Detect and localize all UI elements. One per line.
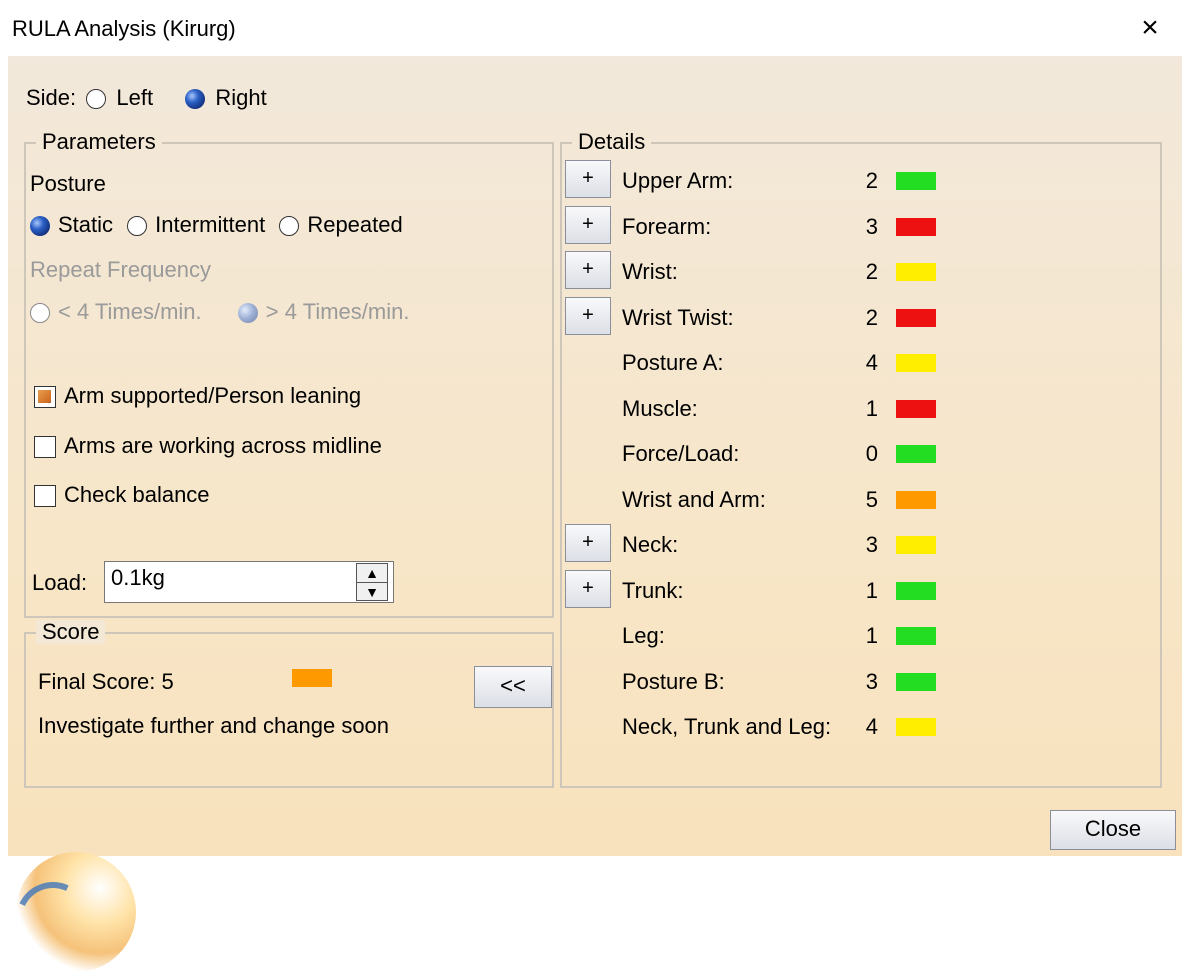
details-title: Details [572, 130, 652, 154]
detail-value: 1 [865, 395, 878, 421]
posture-intermittent-label[interactable]: Intermittent [155, 212, 265, 237]
arm-supported-label[interactable]: Arm supported/Person leaning [64, 383, 361, 408]
detail-label: Upper Arm: [622, 168, 734, 193]
balance-checkbox[interactable] [34, 485, 56, 508]
detail-color-swatch [896, 217, 936, 236]
side-right-radio[interactable] [185, 89, 206, 110]
detail-value: 2 [865, 259, 878, 284]
expand-row-button[interactable]: + [565, 524, 611, 562]
detail-label: Wrist and Arm: [622, 486, 766, 512]
detail-label: Force/Load: [622, 441, 740, 466]
posture-repeated-label[interactable]: Repeated [307, 212, 402, 237]
detail-value: 1 [865, 577, 878, 603]
score-title: Score [36, 620, 106, 644]
detail-label: Neck: [622, 532, 679, 557]
side-label: Side: [26, 85, 77, 110]
detail-value: 5 [865, 486, 878, 512]
expand-row-button[interactable]: + [565, 296, 611, 335]
posture-options: Static Intermittent Repeated [30, 211, 403, 239]
detail-label: Neck, Trunk and Leg: [622, 714, 832, 739]
expand-row-button[interactable]: + [565, 160, 611, 198]
detail-label: Posture A: [622, 350, 724, 375]
posture-intermittent-radio[interactable] [127, 216, 148, 237]
collapse-details-button[interactable]: << [474, 666, 552, 708]
midline-row: Arms are working across midline [34, 432, 382, 460]
detail-label: Wrist: [622, 259, 678, 284]
detail-color-swatch [896, 581, 936, 600]
detail-color-swatch [896, 490, 936, 509]
title-bar: RULA Analysis (Kirurg) × [0, 0, 1182, 56]
detail-value: 0 [865, 441, 878, 466]
window-title: RULA Analysis (Kirurg) [12, 16, 236, 41]
detail-value: 2 [865, 168, 878, 193]
detail-label: Leg: [622, 623, 665, 648]
detail-label: Wrist Twist: [622, 304, 734, 330]
detail-value: 3 [865, 532, 878, 557]
expand-row-button[interactable]: + [565, 205, 611, 244]
detail-label: Forearm: [622, 213, 712, 239]
side-left-label[interactable]: Left [116, 85, 153, 110]
detail-color-swatch [896, 308, 936, 327]
detail-label: Muscle: [622, 395, 698, 421]
close-button[interactable]: Close [1050, 810, 1176, 850]
score-group: Score [24, 620, 554, 788]
detail-value: 4 [865, 350, 878, 375]
detail-value: 3 [865, 668, 878, 694]
final-score-label: Final Score: 5 [38, 669, 174, 694]
detail-color-swatch [896, 718, 936, 736]
balance-row: Check balance [34, 481, 210, 509]
detail-label: Posture B: [622, 668, 725, 694]
detail-value: 4 [865, 714, 878, 739]
freq-over-4-radio[interactable] [237, 303, 258, 324]
detail-color-swatch [896, 672, 936, 691]
spinner-up-icon[interactable]: ▲ [357, 564, 387, 582]
detail-label: Trunk: [622, 577, 684, 603]
detail-color-swatch [896, 445, 936, 463]
score-message: Investigate further and change soon [38, 713, 390, 738]
load-label: Load: [32, 570, 88, 595]
dialog-body: Side: Left Right Parameters Posture Stat… [5, 56, 1182, 972]
posture-static-radio[interactable] [30, 216, 50, 237]
posture-static-label[interactable]: Static [58, 212, 113, 237]
final-score-swatch [292, 669, 332, 687]
side-left-radio[interactable] [86, 89, 107, 110]
load-spinner[interactable]: ▲ ▼ [356, 563, 388, 601]
detail-color-swatch [896, 263, 936, 281]
repeat-frequency-label: Repeat Frequency [30, 257, 211, 282]
detail-color-swatch [896, 399, 936, 418]
detail-color-swatch [896, 536, 936, 554]
detail-color-swatch [896, 627, 936, 645]
repeat-frequency-options: < 4 Times/min. > 4 Times/min. [30, 298, 409, 326]
arm-supported-row: Arm supported/Person leaning [34, 382, 361, 410]
detail-value: 3 [865, 213, 878, 239]
detail-color-swatch [896, 354, 936, 372]
posture-repeated-radio[interactable] [279, 216, 300, 237]
expand-row-button[interactable]: + [565, 251, 611, 289]
midline-checkbox[interactable] [34, 436, 56, 459]
balance-label[interactable]: Check balance [64, 482, 210, 507]
parameters-title: Parameters [36, 130, 162, 154]
freq-over-4-label[interactable]: > 4 Times/min. [266, 299, 410, 324]
window-close-icon[interactable]: × [1132, 10, 1168, 46]
expand-row-button[interactable]: + [565, 569, 611, 608]
load-input[interactable]: 0.1kg [104, 561, 394, 603]
freq-under-4-radio[interactable] [30, 303, 50, 324]
side-right-label[interactable]: Right [215, 85, 266, 110]
side-row: Side: Left Right [26, 84, 267, 112]
detail-color-swatch [896, 172, 936, 190]
midline-label[interactable]: Arms are working across midline [64, 433, 382, 458]
detail-value: 2 [865, 304, 878, 330]
freq-under-4-label[interactable]: < 4 Times/min. [58, 299, 202, 324]
posture-label: Posture [30, 171, 106, 196]
spinner-down-icon[interactable]: ▼ [357, 582, 387, 600]
arm-supported-checkbox[interactable] [34, 386, 56, 409]
detail-value: 1 [865, 623, 878, 648]
